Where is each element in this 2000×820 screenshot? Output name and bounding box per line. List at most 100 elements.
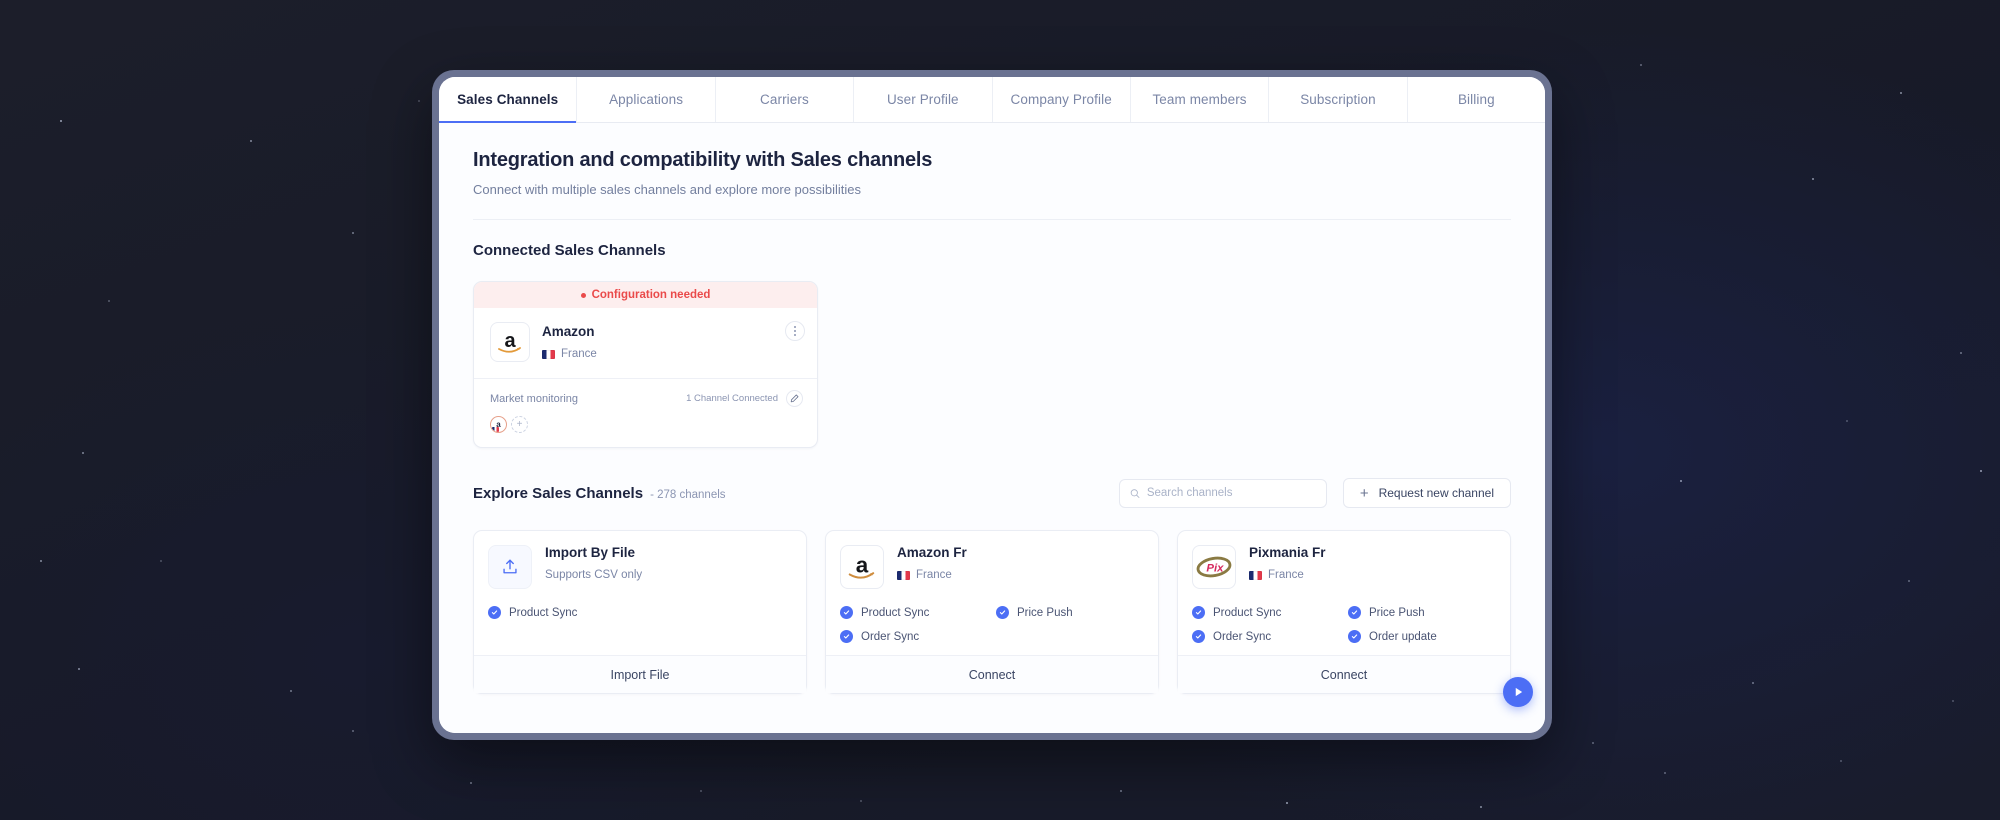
play-icon[interactable] (1503, 677, 1533, 707)
star-dot (160, 560, 162, 562)
feature-item: Product Sync (1192, 606, 1340, 619)
button-label: Connect (1321, 668, 1368, 682)
check-icon (996, 606, 1009, 619)
tab-sales-channels[interactable]: Sales Channels (439, 77, 577, 122)
request-new-channel-button[interactable]: + Request new channel (1343, 478, 1511, 508)
header-divider (473, 219, 1511, 220)
feature-label: Order update (1369, 631, 1437, 643)
status-dot-icon (581, 293, 586, 298)
connected-card-footer: Market monitoring 1 Channel Connected a … (474, 379, 817, 447)
channel-subtitle: Supports CSV only (545, 569, 642, 581)
search-input[interactable] (1147, 487, 1316, 499)
svg-text:a: a (856, 552, 869, 577)
check-icon (1192, 630, 1205, 643)
channel-card-pixmania-fr[interactable]: Pix Pixmania Fr France Product Sync Pric… (1177, 530, 1511, 694)
france-flag-icon (492, 427, 499, 432)
star-dot (352, 232, 354, 234)
tab-label: Sales Channels (457, 92, 558, 107)
settings-tab-bar: Sales Channels Applications Carriers Use… (439, 77, 1545, 123)
connected-channels-row: Configuration needed a Amazon France Mar… (473, 281, 1511, 448)
svg-text:a: a (504, 330, 516, 352)
svg-text:Pix: Pix (1206, 563, 1224, 575)
star-dot (1640, 64, 1642, 66)
tab-company-profile[interactable]: Company Profile (993, 77, 1131, 122)
search-icon (1130, 488, 1140, 499)
connect-button[interactable]: Connect (1178, 655, 1510, 693)
request-new-channel-label: Request new channel (1379, 486, 1494, 500)
search-channels-box[interactable] (1119, 479, 1327, 508)
check-icon (1192, 606, 1205, 619)
star-dot (1960, 352, 1962, 354)
page-title: Integration and compatibility with Sales… (473, 149, 1511, 172)
avatar[interactable]: a (490, 416, 507, 433)
star-dot (1812, 178, 1814, 180)
star-dot (1680, 480, 1682, 482)
check-icon (840, 606, 853, 619)
star-dot (290, 690, 292, 692)
explore-channel-count: - 278 channels (650, 489, 725, 501)
page-subtitle: Connect with multiple sales channels and… (473, 182, 1511, 197)
feature-label: Price Push (1369, 607, 1425, 619)
tab-label: Team members (1152, 92, 1246, 107)
connected-channel-name: Amazon (542, 324, 803, 339)
add-marketplace-button[interactable]: + (511, 416, 528, 433)
connected-channel-country: France (542, 348, 803, 360)
star-dot (1664, 772, 1666, 774)
country-label: France (561, 348, 597, 360)
star-dot (1840, 760, 1842, 762)
kebab-menu-icon[interactable] (785, 321, 805, 341)
feature-label: Product Sync (1213, 607, 1281, 619)
button-label: Connect (969, 668, 1016, 682)
check-icon (1348, 606, 1361, 619)
star-dot (352, 730, 354, 732)
plus-icon: + (1360, 486, 1369, 501)
tab-team-members[interactable]: Team members (1131, 77, 1269, 122)
status-badge: Configuration needed (474, 282, 817, 308)
feature-item: Order update (1348, 630, 1496, 643)
tab-subscription[interactable]: Subscription (1269, 77, 1407, 122)
tab-billing[interactable]: Billing (1408, 77, 1545, 122)
connected-section-title: Connected Sales Channels (473, 242, 1511, 259)
star-dot (418, 100, 420, 102)
star-dot (1592, 742, 1594, 744)
upload-icon (488, 545, 532, 589)
feature-item: Product Sync (840, 606, 988, 619)
france-flag-icon (897, 571, 910, 580)
star-dot (1286, 802, 1288, 804)
tab-label: Subscription (1300, 92, 1376, 107)
edit-icon[interactable] (786, 390, 803, 407)
connected-channel-card-amazon[interactable]: Configuration needed a Amazon France Mar… (473, 281, 818, 448)
feature-label: Price Push (1017, 607, 1073, 619)
feature-label: Order Sync (861, 631, 919, 643)
star-dot (1908, 580, 1910, 582)
star-dot (700, 790, 702, 792)
star-dot (1752, 682, 1754, 684)
amazon-logo: a (490, 322, 530, 362)
feature-label: Product Sync (861, 607, 929, 619)
star-dot (82, 452, 84, 454)
channel-connected-count: 1 Channel Connected (686, 393, 778, 404)
star-dot (470, 782, 472, 784)
connect-button[interactable]: Connect (826, 655, 1158, 693)
star-dot (1952, 700, 1954, 702)
tab-label: Applications (609, 92, 683, 107)
channel-features: Product Sync Price Push Order Sync (840, 606, 1144, 643)
feature-label: Order Sync (1213, 631, 1271, 643)
connected-card-main: a Amazon France (474, 308, 817, 379)
tab-carriers[interactable]: Carriers (716, 77, 854, 122)
france-flag-icon (1249, 571, 1262, 580)
check-icon (840, 630, 853, 643)
tab-applications[interactable]: Applications (577, 77, 715, 122)
check-icon (488, 606, 501, 619)
channel-card-import-by-file[interactable]: Import By File Supports CSV only Product… (473, 530, 807, 694)
explore-section-header: Explore Sales Channels - 278 channels + … (473, 478, 1511, 508)
tab-label: Carriers (760, 92, 809, 107)
channel-card-amazon-fr[interactable]: a Amazon Fr France Product Sync Price Pu… (825, 530, 1159, 694)
star-dot (60, 120, 62, 122)
feature-label: Product Sync (509, 607, 577, 619)
star-dot (78, 668, 80, 670)
tab-user-profile[interactable]: User Profile (854, 77, 992, 122)
import-file-button[interactable]: Import File (474, 655, 806, 693)
check-icon (1348, 630, 1361, 643)
star-dot (860, 800, 862, 802)
